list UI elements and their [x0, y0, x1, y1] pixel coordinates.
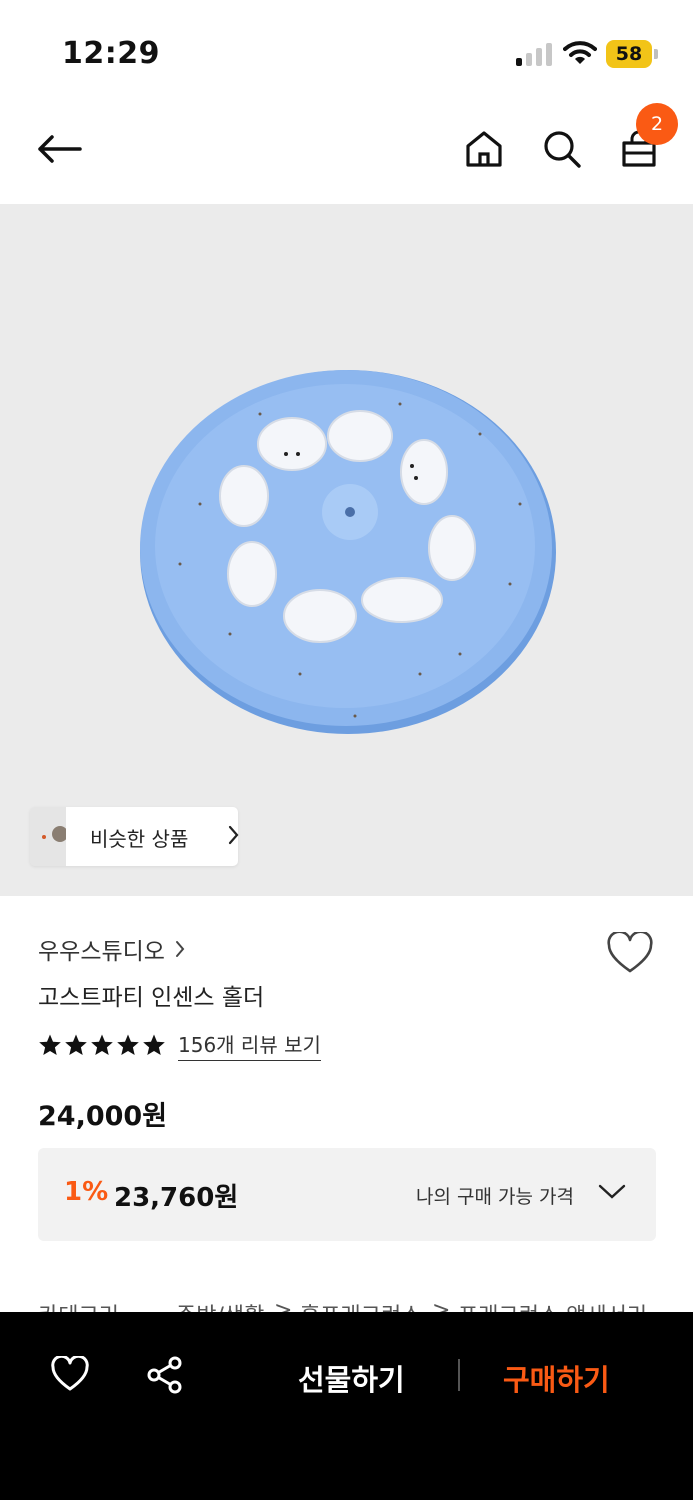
similar-products-label: 비슷한 상품 [90, 827, 189, 851]
star-icon [117, 1034, 139, 1055]
heart-icon[interactable] [50, 1356, 90, 1392]
status-bar: 12:29 58 [0, 0, 693, 100]
similar-products-button[interactable]: 비슷한 상품 [30, 807, 239, 866]
product-image[interactable]: 비슷한 상품 [0, 204, 693, 896]
breadcrumb-separator: > [432, 1298, 451, 1312]
category-item[interactable]: 홈프래그런스 [300, 1298, 421, 1312]
category-label: 카테고리 [38, 1298, 119, 1312]
cellular-signal-icon [516, 42, 552, 66]
share-icon[interactable] [146, 1356, 184, 1394]
gift-button[interactable]: 선물하기 [298, 1357, 405, 1399]
buy-button[interactable]: 구매하기 [503, 1357, 610, 1399]
brand-name: 우우스튜디오 [38, 939, 165, 965]
rating-row: 156개 리뷰 보기 [38, 1029, 321, 1061]
product-price: 24,000원 [38, 1101, 168, 1132]
battery-icon: 58 [606, 40, 658, 68]
search-icon [544, 131, 581, 168]
category-item[interactable]: 프래그런스 액세서리 [458, 1298, 647, 1312]
back-button[interactable] [34, 124, 84, 174]
my-price-toggle[interactable]: 1% 23,760원 나의 구매 가능 가격 [38, 1148, 656, 1241]
product-title: 고스트파티 인센스 홀더 [38, 985, 265, 1011]
chevron-down-icon [598, 1184, 626, 1199]
top-nav-bar [0, 100, 693, 204]
incense-holder-image [140, 370, 556, 734]
similar-thumbnail [30, 807, 66, 866]
star-icon [65, 1034, 87, 1055]
brand-link[interactable]: 우우스튜디오 [38, 932, 185, 966]
discounted-price: 23,760원 [114, 1183, 239, 1213]
home-icon [466, 131, 502, 167]
bottom-action-bar: 선물하기 구매하기 [0, 1312, 693, 1500]
star-icon [39, 1034, 61, 1055]
status-time: 12:29 [62, 36, 160, 71]
category-breadcrumb: 카테고리 주방/생활 > 홈프래그런스 > 프래그런스 액세서리 [38, 1296, 678, 1312]
battery-level: 58 [606, 40, 652, 68]
divider [458, 1359, 460, 1391]
discount-rate: 1% [64, 1177, 109, 1207]
star-icon [91, 1034, 113, 1055]
wifi-icon [563, 41, 597, 64]
heart-icon[interactable] [606, 932, 654, 974]
chevron-right-icon [175, 941, 185, 957]
my-price-label: 나의 구매 가능 가격 [416, 1186, 574, 1208]
home-button[interactable] [459, 124, 509, 174]
category-item[interactable]: 주방/생활 [176, 1298, 264, 1312]
rating-stars [38, 1033, 166, 1057]
search-button[interactable] [537, 124, 587, 174]
breadcrumb-separator: > [274, 1298, 293, 1312]
cart-count-badge: 2 [636, 103, 678, 145]
chevron-right-icon [228, 825, 239, 845]
star-icon [143, 1034, 165, 1055]
arrow-left-icon [38, 135, 82, 163]
review-link[interactable]: 156개 리뷰 보기 [178, 1029, 321, 1061]
